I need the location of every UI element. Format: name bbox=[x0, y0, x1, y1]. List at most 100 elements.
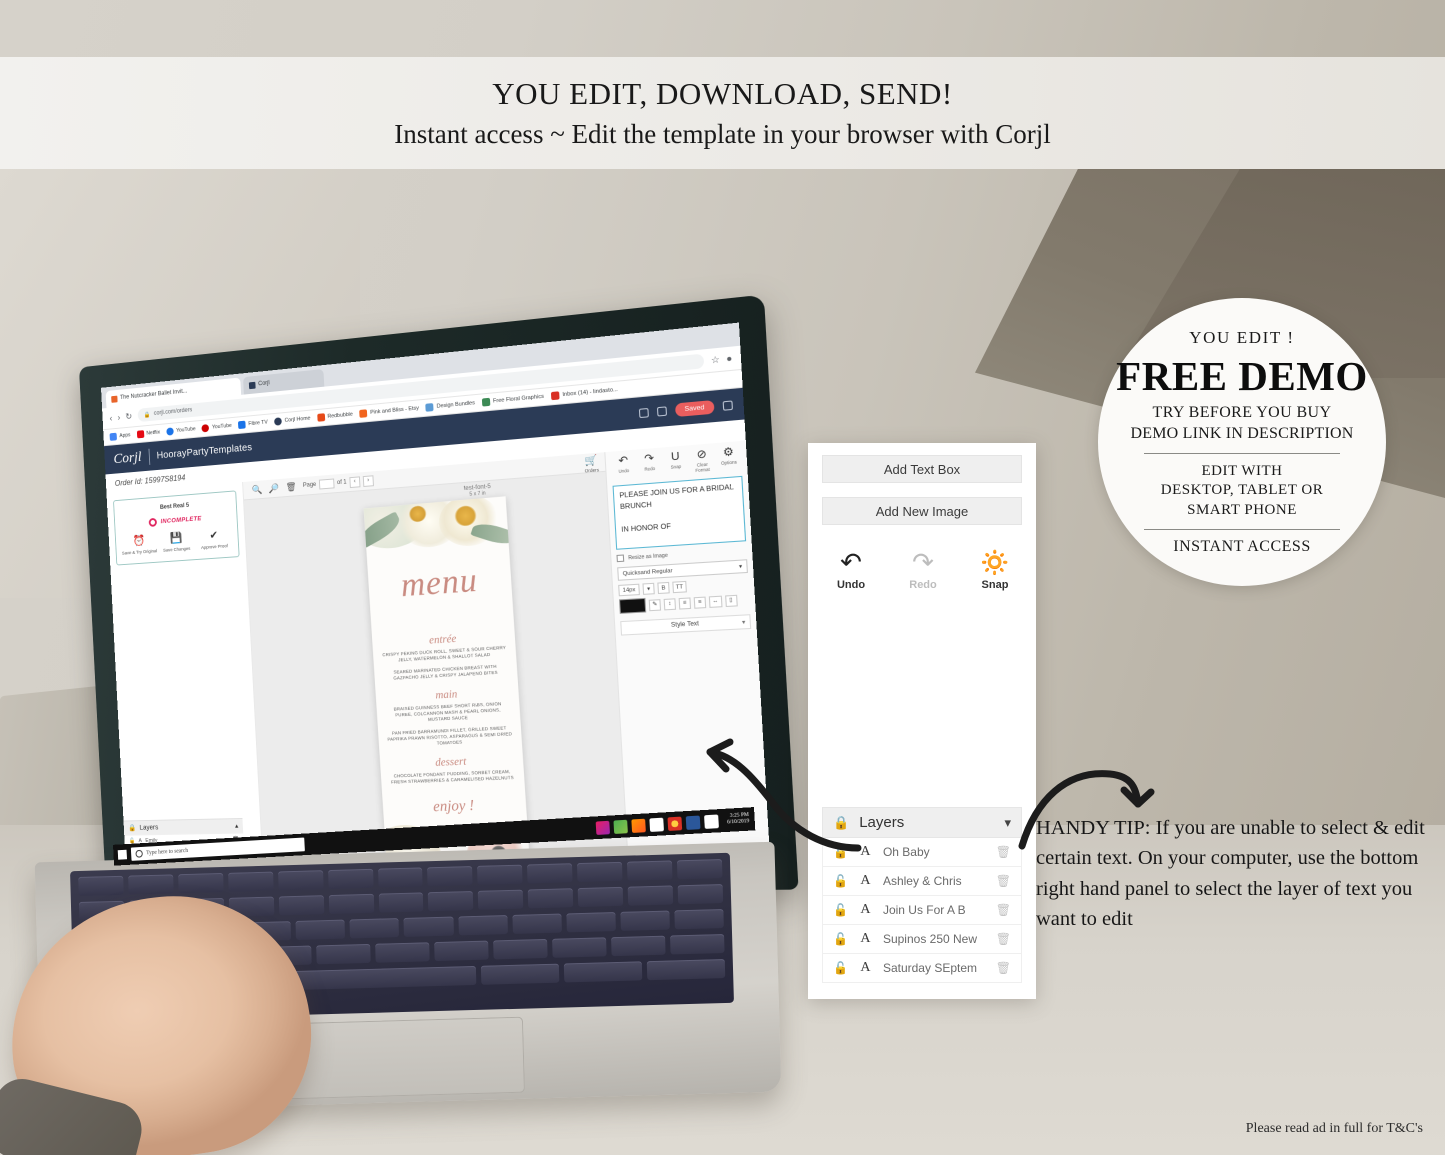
tool-label: Clear Format bbox=[695, 461, 710, 474]
zoom-out-icon[interactable]: 🔎 bbox=[268, 483, 279, 495]
undo-button[interactable]: ↶ Undo bbox=[611, 454, 637, 480]
layer-name: Oh Baby bbox=[882, 845, 930, 859]
lock-icon: 🔒 bbox=[128, 825, 137, 832]
align-left-button[interactable]: ≡ bbox=[678, 596, 692, 610]
bookmark-favicon-icon bbox=[166, 427, 174, 436]
badge-divider-bottom bbox=[1144, 528, 1340, 530]
layer-row[interactable]: 🔓 A Saturday SEptem 🗑 bbox=[822, 954, 1022, 983]
text-box-button[interactable]: ▯ bbox=[724, 594, 738, 607]
bookmark-item[interactable]: Netflix bbox=[136, 429, 160, 439]
clear-format-icon: ⊘ bbox=[696, 448, 708, 462]
bookmark-item[interactable]: Design Bundles bbox=[425, 399, 476, 412]
taskbar-app-icon[interactable] bbox=[613, 819, 628, 834]
chevron-up-icon[interactable]: ▴ bbox=[235, 822, 239, 830]
chevron-down-icon[interactable]: ▾ bbox=[1004, 815, 1011, 831]
clear-format-button[interactable]: ⊘ Clear Format bbox=[689, 448, 715, 473]
bookmark-item[interactable]: YouTube bbox=[201, 422, 232, 433]
trash-icon[interactable]: 🗑 bbox=[996, 874, 1011, 888]
bookmark-item[interactable]: Inbox (14) - lindasto... bbox=[550, 386, 619, 401]
taskbar-app-icon[interactable] bbox=[631, 818, 646, 833]
add-new-image-button[interactable]: Add New Image bbox=[822, 497, 1022, 525]
bold-button[interactable]: B bbox=[657, 581, 670, 595]
save-try-original-button[interactable]: ⏰ Save & Try Original bbox=[121, 535, 157, 556]
reload-icon[interactable]: ↻ bbox=[125, 411, 132, 422]
font-size-input[interactable]: 14px bbox=[618, 583, 640, 597]
redo-button[interactable]: ↷ Redo bbox=[637, 452, 663, 478]
bookmark-label: YouTube bbox=[176, 426, 196, 434]
magnet-icon: 🔅 bbox=[978, 547, 1012, 577]
redo-button[interactable]: ↷ Redo bbox=[902, 549, 944, 591]
text-layer-icon: A bbox=[860, 873, 871, 888]
trash-icon[interactable]: 🗑 bbox=[285, 481, 296, 493]
layer-row[interactable]: 🔓 A Ashley & Chris 🗑 bbox=[822, 867, 1022, 896]
status-badge: INCOMPLETE bbox=[119, 512, 232, 529]
align-center-button[interactable]: ≡ bbox=[693, 596, 707, 609]
order-card[interactable]: Best Real 5 INCOMPLETE ⏰ Save & Try Orig… bbox=[113, 490, 240, 566]
menu-icon[interactable] bbox=[722, 399, 733, 411]
snap-button[interactable]: U Snap bbox=[663, 450, 689, 476]
corjl-logo[interactable]: Corjl bbox=[113, 449, 142, 468]
tool-label: Undo bbox=[618, 467, 630, 474]
undo-button[interactable]: ↶ Undo bbox=[830, 549, 872, 591]
text-color-swatch[interactable] bbox=[618, 597, 647, 614]
page-input[interactable] bbox=[318, 478, 335, 490]
layer-row[interactable]: 🔓 A Join Us For A B 🗑 bbox=[822, 896, 1022, 925]
orders-cart-button[interactable]: 🛒 Orders bbox=[584, 455, 600, 474]
unlock-icon[interactable]: 🔓 bbox=[833, 961, 848, 975]
page-navigation: Page of 1 ‹ › bbox=[303, 474, 374, 492]
header-divider bbox=[148, 448, 150, 465]
bookmark-label: Inbox (14) - lindasto... bbox=[562, 386, 619, 399]
trash-icon[interactable]: 🗑 bbox=[996, 903, 1011, 917]
trash-icon[interactable]: 🗑 bbox=[996, 932, 1011, 946]
badge-divider-top bbox=[1144, 452, 1340, 454]
taskbar-app-icon[interactable] bbox=[649, 817, 664, 832]
layer-row[interactable]: 🔓 A Supinos 250 New 🗑 bbox=[822, 925, 1022, 954]
bookmark-item[interactable]: Apps bbox=[109, 431, 131, 441]
menu-card-preview[interactable]: menu entrée CRISPY PEKING DUCK ROLL, SWE… bbox=[363, 496, 531, 870]
letter-spacing-button[interactable]: ↔ bbox=[708, 595, 722, 608]
taskbar-app-icon[interactable] bbox=[595, 820, 610, 835]
eyedropper-icon[interactable]: ✎ bbox=[648, 598, 662, 611]
redo-icon: ↷ bbox=[912, 547, 934, 577]
bookmark-item[interactable]: Pink and Bliss - Etsy bbox=[359, 404, 419, 418]
bookmark-item[interactable]: Fibre TV bbox=[238, 419, 268, 430]
save-button[interactable]: Saved bbox=[674, 399, 715, 417]
help-icon[interactable] bbox=[638, 407, 649, 418]
bookmark-item[interactable]: Free Floral Graphics bbox=[481, 393, 544, 407]
snap-button[interactable]: 🔅 Snap bbox=[974, 549, 1016, 591]
trash-icon[interactable]: 🗑 bbox=[996, 961, 1011, 975]
text-edit-textarea[interactable]: PLEASE JOIN US FOR A BRIDAL BRUNCH IN HO… bbox=[612, 475, 747, 550]
star-icon[interactable]: ☆ bbox=[711, 354, 720, 366]
chevron-right-icon[interactable]: › bbox=[362, 474, 374, 487]
save-changes-button[interactable]: 💾 Save Changes bbox=[158, 532, 195, 553]
font-size-stepper[interactable]: ▾ bbox=[642, 582, 655, 595]
trash-icon[interactable]: 🗑 bbox=[996, 845, 1011, 859]
gear-icon[interactable] bbox=[656, 405, 667, 417]
unlock-icon[interactable]: 🔓 bbox=[833, 874, 848, 888]
unlock-icon[interactable]: 🔓 bbox=[833, 903, 848, 917]
bookmark-item[interactable]: Corjl Home bbox=[274, 415, 311, 426]
options-button[interactable]: ⚙ Options bbox=[716, 446, 742, 471]
uppercase-button[interactable]: TT bbox=[672, 580, 687, 594]
forward-arrow-icon[interactable]: › bbox=[117, 412, 120, 422]
header-actions: Saved bbox=[638, 398, 733, 420]
add-text-box-button[interactable]: Add Text Box bbox=[822, 455, 1022, 483]
search-placeholder: Type here to search bbox=[146, 848, 189, 857]
bookmark-item[interactable]: YouTube bbox=[166, 425, 196, 436]
profile-avatar[interactable]: ● bbox=[726, 353, 733, 364]
bookmark-item[interactable]: Redbubble bbox=[316, 411, 353, 422]
status-text: INCOMPLETE bbox=[160, 515, 202, 526]
resize-checkbox[interactable] bbox=[616, 554, 625, 563]
chevron-left-icon[interactable]: ‹ bbox=[349, 475, 361, 488]
unlock-icon[interactable]: 🔓 bbox=[833, 932, 848, 946]
windows-icon[interactable] bbox=[117, 849, 128, 860]
line-height-button[interactable]: ↕ bbox=[663, 597, 677, 610]
font-name-value: Quicksand Regular bbox=[622, 567, 673, 577]
menu-section-item: CHOCOLATE FONDANT PUDDING, SORBET CREAM,… bbox=[391, 768, 515, 785]
cart-label: Orders bbox=[584, 467, 600, 474]
style-text-dropdown[interactable]: Style Text ▾ bbox=[620, 614, 752, 636]
approve-proof-button[interactable]: ✔ Approve Proof bbox=[195, 529, 232, 551]
menu-card-title: menu bbox=[399, 561, 479, 605]
zoom-in-icon[interactable]: 🔍 bbox=[252, 484, 263, 496]
back-arrow-icon[interactable]: ‹ bbox=[109, 413, 112, 423]
